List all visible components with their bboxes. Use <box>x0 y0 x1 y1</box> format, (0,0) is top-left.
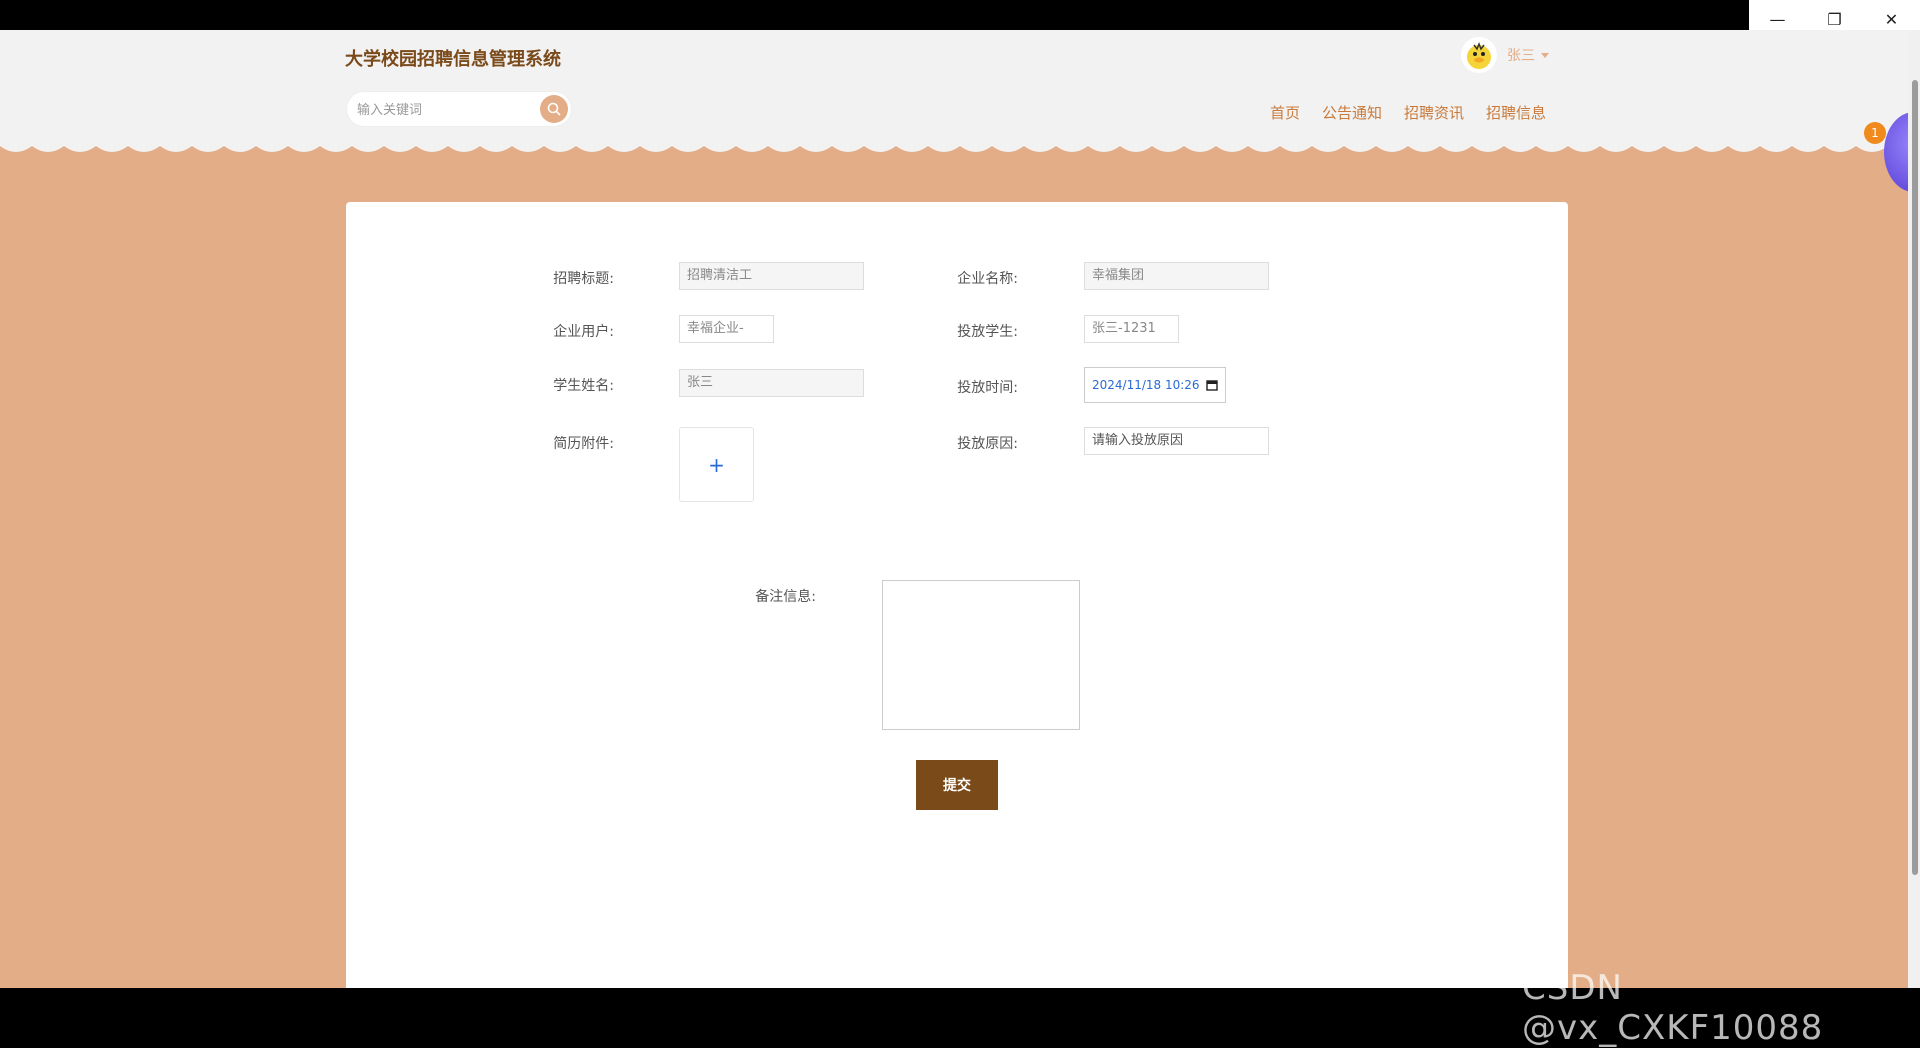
header-wave-divider <box>0 138 1920 152</box>
applicant-select[interactable]: 张三-1231 <box>1084 315 1179 343</box>
watermark: CSDN @vx_CXKF10088 <box>1522 968 1824 1048</box>
company-name-label: 企业名称: <box>957 271 1018 287</box>
submit-time-value: 2024/11/18 10:26 <box>1092 378 1200 392</box>
submit-time-label: 投放时间: <box>957 380 1018 396</box>
search-box <box>346 91 572 127</box>
calendar-icon[interactable] <box>1205 379 1218 391</box>
search-button[interactable] <box>540 95 568 123</box>
scrollbar[interactable] <box>1908 30 1920 988</box>
nav-recruit-info[interactable]: 招聘信息 <box>1486 102 1546 123</box>
site-title: 大学校园招聘信息管理系统 <box>345 49 561 70</box>
submit-time-picker[interactable]: 2024/11/18 10:26 <box>1084 367 1226 403</box>
reason-label: 投放原因: <box>957 436 1018 452</box>
company-user-label: 企业用户: <box>553 324 614 340</box>
user-name: 张三 <box>1507 48 1535 64</box>
avatar <box>1461 37 1497 73</box>
remark-textarea[interactable] <box>882 580 1080 730</box>
main-nav: 首页 公告通知 招聘资讯 招聘信息 <box>1270 102 1546 123</box>
search-icon <box>547 102 561 116</box>
chevron-down-icon <box>1541 52 1549 58</box>
plus-icon: + <box>708 452 725 477</box>
company-name-field[interactable]: 幸福集团 <box>1084 262 1269 290</box>
remark-label: 备注信息: <box>755 589 816 605</box>
nav-home[interactable]: 首页 <box>1270 102 1300 123</box>
duck-avatar-icon <box>1467 41 1491 69</box>
reason-input[interactable]: 请输入投放原因 <box>1084 427 1269 455</box>
submit-button[interactable]: 提交 <box>916 760 998 810</box>
applicant-label: 投放学生: <box>957 324 1018 340</box>
notification-badge: 1 <box>1864 122 1886 144</box>
search-input[interactable] <box>355 98 539 122</box>
page-viewport: 大学校园招聘信息管理系统 张三 首页 公告通知 招聘资讯 招聘信息 1 招聘标题… <box>0 30 1920 988</box>
site-header: 大学校园招聘信息管理系统 张三 首页 公告通知 招聘资讯 招聘信息 <box>0 30 1920 145</box>
user-menu[interactable]: 张三 <box>1461 35 1549 75</box>
recruit-title-label: 招聘标题: <box>553 271 614 287</box>
nav-notice[interactable]: 公告通知 <box>1322 102 1382 123</box>
resume-label: 简历附件: <box>553 436 614 452</box>
nav-recruit-news[interactable]: 招聘资讯 <box>1404 102 1464 123</box>
recruit-title-field[interactable]: 招聘清洁工 <box>679 262 864 290</box>
company-user-select[interactable]: 幸福企业- <box>679 315 774 343</box>
student-name-field[interactable]: 张三 <box>679 369 864 397</box>
os-title-bar <box>0 0 1920 30</box>
scrollbar-thumb[interactable] <box>1912 80 1918 875</box>
student-name-label: 学生姓名: <box>553 378 614 394</box>
form-card: 招聘标题: 招聘清洁工 企业名称: 幸福集团 企业用户: 幸福企业- 投放学生:… <box>346 202 1568 988</box>
resume-upload[interactable]: + <box>679 427 754 502</box>
